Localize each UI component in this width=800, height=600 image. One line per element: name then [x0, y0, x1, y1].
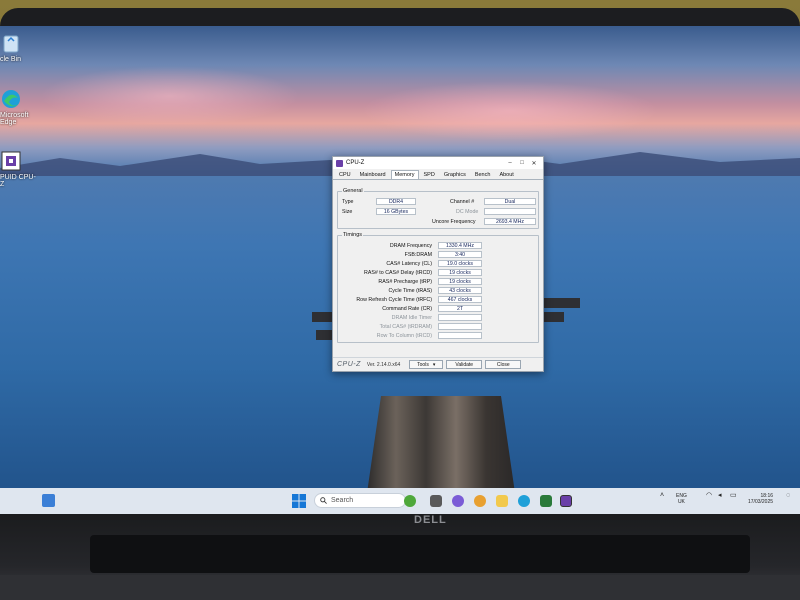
- uncore-label: Uncore Frequency: [432, 219, 476, 225]
- desktop-icon-label: cle Bin: [0, 56, 22, 63]
- file-explorer-icon[interactable]: [496, 495, 508, 507]
- close-button[interactable]: Close: [485, 360, 522, 369]
- recycle-bin-icon: [3, 35, 19, 53]
- dc-mode-value: [484, 208, 536, 215]
- tab-about[interactable]: About: [495, 170, 517, 179]
- cpuz-logo: CPU-Z: [337, 361, 361, 368]
- timing-label: Row Refresh Cycle Time (tRFC): [356, 297, 432, 303]
- timing-label: Row To Column (tRCD): [376, 333, 432, 339]
- timing-label: CAS# Latency (CL): [386, 261, 432, 267]
- pier-image: [366, 396, 516, 500]
- timing-label: DRAM Idle Timer: [391, 315, 432, 321]
- cpuz-footer: CPU-Z Ver. 2.14.0.x64 Tools ▾ Validate C…: [333, 357, 543, 371]
- timing-value: [438, 323, 482, 330]
- timing-label: FSB:DRAM: [404, 252, 432, 258]
- timing-label: DRAM Frequency: [389, 243, 432, 249]
- maximize-icon[interactable]: □: [516, 160, 528, 166]
- tab-bar: CPU Mainboard Memory SPD Graphics Bench …: [333, 169, 543, 180]
- window-title: CPU-Z: [346, 160, 365, 166]
- notification-icon[interactable]: ◌: [786, 492, 790, 499]
- pier-post: [540, 298, 580, 308]
- chevron-down-icon: ▾: [432, 361, 436, 368]
- search-icon: [320, 497, 327, 504]
- cpuz-taskbar-icon[interactable]: [560, 495, 572, 507]
- desktop-icon-cpuz[interactable]: PUID CPU-Z: [0, 150, 40, 188]
- uncore-value: 2693.4 MHz: [484, 218, 536, 225]
- desktop-icon-recycle-bin[interactable]: cle Bin: [0, 32, 40, 63]
- cpuz-window[interactable]: CPU-Z – □ ✕ CPU Mainboard Memory SPD Gra…: [332, 156, 544, 372]
- general-group-title: General: [342, 188, 364, 194]
- channel-label: Channel #: [450, 199, 475, 205]
- edge-icon[interactable]: [518, 495, 530, 507]
- version-label: Ver. 2.14.0.x64: [366, 361, 401, 368]
- tab-mainboard[interactable]: Mainboard: [356, 170, 390, 179]
- timings-group: Timings DRAM Frequency 1330.4 MHz FSB:DRAM…: [337, 232, 539, 343]
- timing-value: 19 clocks: [438, 278, 482, 285]
- task-view-icon[interactable]: [430, 495, 442, 507]
- language-indicator[interactable]: ENG UK: [676, 493, 687, 505]
- tab-spd[interactable]: SPD: [420, 170, 439, 179]
- channel-value: Dual: [484, 198, 536, 205]
- timing-value: 1330.4 MHz: [438, 242, 482, 249]
- store-icon[interactable]: [540, 495, 552, 507]
- timing-value: 467 clocks: [438, 296, 482, 303]
- desktop-icon-edge[interactable]: Microsoft Edge: [0, 88, 40, 126]
- copilot-icon[interactable]: [404, 495, 416, 507]
- timing-label: RAS# Precharge (tRP): [378, 279, 432, 285]
- desktop-icon-label: Microsoft Edge: [0, 112, 29, 126]
- dc-mode-label: DC Mode: [456, 209, 479, 215]
- general-group: General Type DDR4 Size 16 GBytes Channel…: [337, 188, 539, 229]
- dell-logo: DELL: [414, 514, 447, 526]
- desktop-icon-label: PUID CPU-Z: [0, 174, 36, 188]
- tab-cpu[interactable]: CPU: [335, 170, 355, 179]
- taskbar-search-box[interactable]: Search: [314, 493, 406, 508]
- timing-value: [438, 314, 482, 321]
- timing-value: 19 clocks: [438, 269, 482, 276]
- timing-label: RAS# to CAS# Delay (tRCD): [364, 270, 432, 276]
- cpuz-titlebar[interactable]: CPU-Z – □ ✕: [333, 157, 543, 169]
- close-icon[interactable]: ✕: [528, 160, 540, 167]
- timing-value: [438, 332, 482, 339]
- size-label: Size: [342, 209, 353, 215]
- minimize-icon[interactable]: –: [504, 160, 516, 166]
- widgets-icon[interactable]: [42, 494, 55, 507]
- clock-date: 17/03/2025: [748, 499, 774, 505]
- taskbar: Search ˄ ENG UK ◠ ◂ ▭ 18:16 17/03/2025 ◌: [0, 488, 800, 514]
- tab-bench[interactable]: Bench: [471, 170, 495, 179]
- chevron-up-icon[interactable]: ˄: [660, 492, 664, 499]
- cpuz-app-icon: [336, 159, 343, 167]
- validate-button[interactable]: Validate: [446, 360, 483, 369]
- timing-value: 3:40: [438, 251, 482, 258]
- timing-value: 43 clocks: [438, 287, 482, 294]
- timing-label: Command Rate (CR): [382, 306, 432, 312]
- type-label: Type: [342, 199, 354, 205]
- wifi-icon[interactable]: ◠: [706, 492, 712, 499]
- edge-icon: [2, 90, 20, 108]
- timing-value: 19.0 clocks: [438, 260, 482, 267]
- type-value: DDR4: [376, 198, 416, 205]
- clock[interactable]: 18:16 17/03/2025: [748, 493, 773, 505]
- search-placeholder: Search: [331, 497, 354, 504]
- battery-icon[interactable]: ▭: [730, 492, 737, 499]
- sunset-cloud: [360, 81, 660, 141]
- chrome-icon[interactable]: [474, 495, 486, 507]
- tab-memory[interactable]: Memory: [390, 170, 419, 179]
- timing-value: 2T: [438, 305, 482, 312]
- pier-post: [312, 312, 334, 322]
- tab-graphics[interactable]: Graphics: [440, 170, 470, 179]
- cpuz-icon: [1, 151, 21, 171]
- tools-button-label: Tools: [417, 361, 429, 368]
- tools-button[interactable]: Tools ▾: [409, 360, 444, 369]
- laptop-hinge: [90, 535, 750, 573]
- size-value: 16 GBytes: [376, 208, 416, 215]
- timing-label: Cycle Time (tRAS): [388, 288, 432, 294]
- windows-start-icon[interactable]: [292, 494, 306, 508]
- timing-label: Total CAS# (tRDRAM): [379, 324, 432, 330]
- timings-group-title: Timings: [342, 232, 364, 238]
- teams-icon[interactable]: [452, 495, 464, 507]
- volume-icon[interactable]: ◂: [718, 492, 722, 499]
- region-label: UK: [677, 499, 685, 505]
- laptop-base: [0, 575, 800, 600]
- sunset-cloud: [40, 66, 300, 126]
